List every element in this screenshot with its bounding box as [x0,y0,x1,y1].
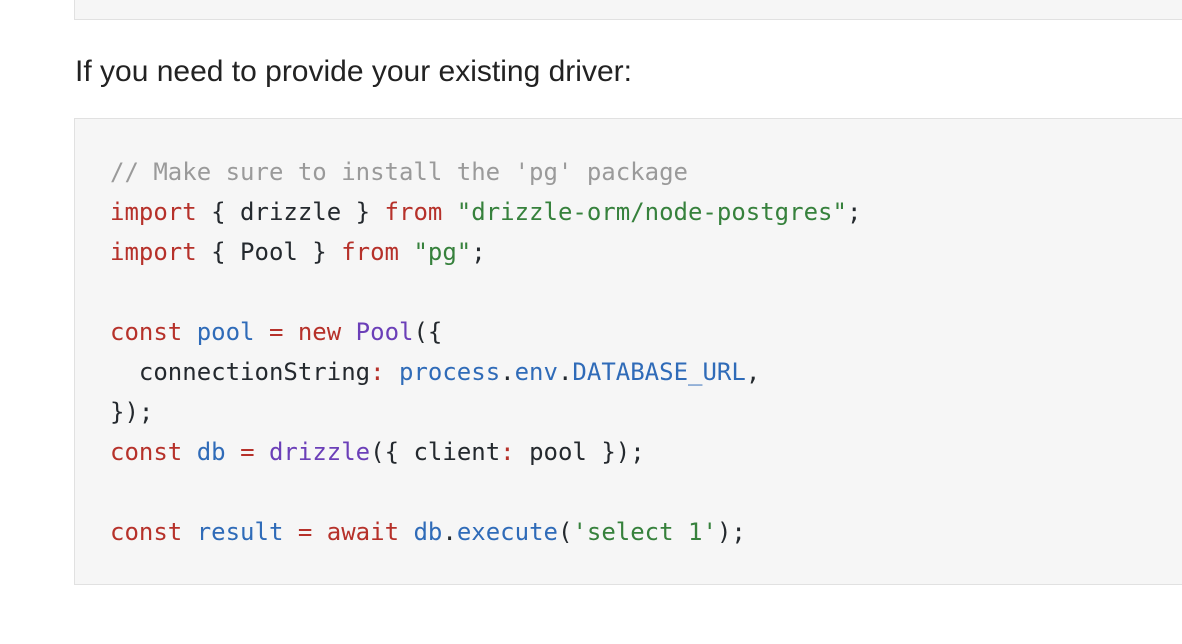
code-line: import { drizzle } from "drizzle-orm/nod… [110,192,861,232]
code-text: connectionString [110,358,371,386]
code-line: const pool = new Pool({ [110,312,861,352]
code-operator: = [297,518,313,546]
code-line: // Make sure to install the 'pg' package [110,152,861,192]
code-text: ; [846,198,862,226]
code-text: ({ [413,318,443,346]
code-text: ( [557,518,573,546]
code-text: . [442,518,457,546]
code-function: drizzle [268,438,371,466]
code-text: ({ client [370,438,501,466]
section-paragraph: If you need to provide your existing dri… [75,55,632,88]
code-text: { Pool } [196,238,342,266]
code-operator: = [240,438,255,466]
code-line: const result = await db.execute('select … [110,512,861,552]
code-content[interactable]: // Make sure to install the 'pg' package… [110,152,861,552]
code-function: Pool [355,318,414,346]
code-string: 'select 1' [572,518,717,546]
code-keyword: from [384,198,443,226]
code-identifier: execute [456,518,558,546]
code-operator: = [268,318,284,346]
previous-code-block [74,0,1182,20]
code-operator: : [370,358,385,386]
code-keyword: const [110,438,183,466]
code-keyword: import [110,198,197,226]
code-keyword: import [110,238,197,266]
code-identifier: db [196,438,226,466]
code-operator: : [500,438,515,466]
code-text: ; [471,238,486,266]
code-text: }); [110,398,154,426]
code-identifier: db [413,518,443,546]
code-string: "drizzle-orm/node-postgres" [456,198,847,226]
code-text: . [500,358,515,386]
code-keyword: const [110,318,183,346]
code-identifier: result [196,518,284,546]
code-line: import { Pool } from "pg"; [110,232,861,272]
code-text: pool }); [514,438,645,466]
code-comment: // Make sure to install the 'pg' package [110,158,688,186]
code-line: }); [110,392,861,432]
code-keyword: from [341,238,399,266]
code-text: ); [716,518,746,546]
code-keyword: const [110,518,183,546]
code-block[interactable]: // Make sure to install the 'pg' package… [74,118,1182,585]
code-identifier: DATABASE_URL [572,358,746,386]
code-keyword: new [297,318,342,346]
code-identifier: env [514,358,558,386]
code-keyword: await [326,518,400,546]
code-line: connectionString: process.env.DATABASE_U… [110,352,861,392]
code-text: { drizzle } [196,198,385,226]
code-identifier: process [399,358,501,386]
code-text: , [745,358,761,386]
code-string: "pg" [413,238,472,266]
code-identifier: pool [196,318,255,346]
code-text: . [557,358,573,386]
code-line: const db = drizzle({ client: pool }); [110,432,861,472]
